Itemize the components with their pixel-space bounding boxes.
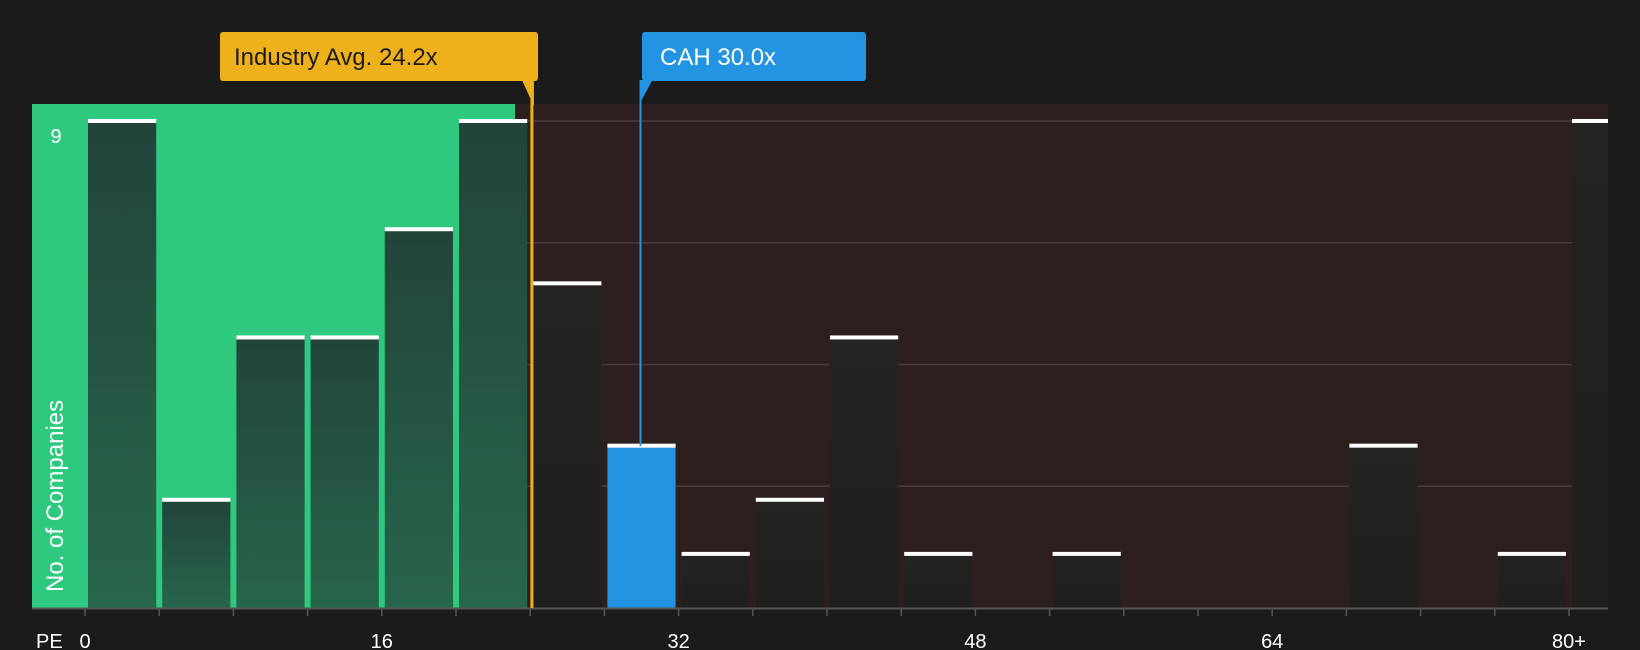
bar-cap-8 <box>236 335 305 340</box>
x-tick-label-48: 48 <box>964 631 986 650</box>
bar-cap-4 <box>162 497 231 502</box>
histogram-bar-0 <box>88 121 157 608</box>
histogram-bar-52 <box>1052 553 1121 608</box>
x-tick-label-64: 64 <box>1261 631 1283 650</box>
histogram-bar-8 <box>236 337 305 608</box>
pe-histogram-chart: 0 16 32 48 64 80+ 9 No. of Companies PE Indus… <box>32 32 1608 650</box>
bar-cap-44 <box>904 551 973 556</box>
company-pe-label: CAH 30.0x <box>660 44 776 71</box>
histogram-bar-68 <box>1349 445 1418 608</box>
overvalued-zone <box>515 104 1608 608</box>
bar-cap-32 <box>681 551 750 556</box>
bar-cap-24 <box>533 281 602 286</box>
bar-cap-16 <box>384 227 453 232</box>
histogram-bar-12 <box>310 337 379 608</box>
histogram-bar-44 <box>904 553 973 608</box>
bar-cap-76 <box>1497 551 1566 556</box>
y-axis-title: No. of Companies <box>42 400 69 592</box>
histogram-bar-24 <box>533 283 602 608</box>
bar-cap-36 <box>755 497 824 502</box>
histogram-bar-80 <box>1572 121 1608 608</box>
bar-cap-52 <box>1052 551 1121 556</box>
bar-cap-12 <box>310 335 379 340</box>
histogram-bar-40 <box>830 337 899 608</box>
bar-cap-40 <box>830 335 899 340</box>
bar-cap-80 <box>1572 119 1608 123</box>
bar-cap-0 <box>88 119 157 123</box>
industry-average-pointer <box>521 80 534 106</box>
x-tick-label-16: 16 <box>371 631 393 650</box>
histogram-bar-16 <box>384 229 453 608</box>
histogram-bar-28 <box>607 445 676 608</box>
industry-average-label: Industry Avg. 24.2x <box>234 44 438 71</box>
y-axis-max-label: 9 <box>50 126 61 148</box>
bar-cap-20 <box>459 119 528 123</box>
histogram-bar-20 <box>459 121 528 608</box>
histogram-bar-32 <box>681 553 750 608</box>
x-tick-label-32: 32 <box>667 631 689 650</box>
histogram-bar-76 <box>1497 553 1566 608</box>
bar-cap-68 <box>1349 443 1418 448</box>
histogram-bar-4 <box>162 499 231 608</box>
x-tick-label-0: 0 <box>79 631 90 650</box>
x-axis-title: PE <box>36 631 63 650</box>
x-tick-label-80-plus: 80+ <box>1552 631 1586 650</box>
histogram-bar-36 <box>755 499 824 608</box>
